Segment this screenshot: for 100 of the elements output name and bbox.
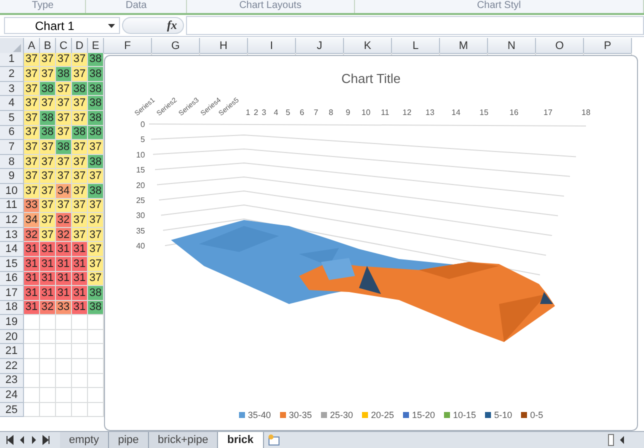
scroll-left-icon[interactable]: [618, 435, 626, 445]
row-header[interactable]: 11: [0, 198, 24, 214]
row-header[interactable]: 8: [0, 154, 24, 170]
column-header[interactable]: K: [344, 38, 392, 54]
table-cell[interactable]: [24, 374, 40, 388]
row-header[interactable]: 22: [0, 359, 24, 374]
sheet-tab[interactable]: empty: [60, 432, 109, 448]
table-cell[interactable]: [40, 344, 56, 360]
axis-label: 0: [140, 120, 145, 129]
row-header[interactable]: 13: [0, 228, 24, 242]
row-header[interactable]: 24: [0, 388, 24, 403]
table-cell[interactable]: [72, 402, 88, 418]
next-sheet-icon[interactable]: [30, 435, 38, 445]
sheet-tab[interactable]: brick: [218, 432, 264, 448]
row-header[interactable]: 19: [0, 315, 24, 330]
table-cell[interactable]: [72, 315, 88, 330]
table-cell: 31: [40, 286, 56, 301]
table-cell: 37: [24, 82, 40, 96]
column-header[interactable]: D: [72, 38, 88, 54]
table-cell[interactable]: [72, 330, 88, 344]
column-header[interactable]: H: [200, 38, 248, 54]
table-cell: 37: [72, 52, 88, 68]
table-cell[interactable]: [72, 344, 88, 360]
table-cell[interactable]: [72, 388, 88, 403]
row-header[interactable]: 17: [0, 286, 24, 301]
row-header[interactable]: 25: [0, 402, 24, 418]
chart-title: Chart Title: [341, 71, 401, 86]
table-cell: 37: [40, 52, 56, 68]
table-cell: 31: [72, 272, 88, 286]
table-cell[interactable]: [40, 402, 56, 418]
table-cell[interactable]: [56, 344, 72, 360]
table-cell[interactable]: [56, 374, 72, 388]
row-header[interactable]: 3: [0, 82, 24, 96]
table-cell: 32: [24, 228, 40, 242]
table-cell[interactable]: [40, 330, 56, 344]
row-header[interactable]: 18: [0, 300, 24, 316]
table-cell: 31: [56, 256, 72, 272]
column-header[interactable]: A: [24, 38, 40, 54]
formula-input[interactable]: [186, 16, 644, 35]
column-header[interactable]: B: [40, 38, 56, 54]
table-cell[interactable]: [40, 315, 56, 330]
row-header[interactable]: 16: [0, 272, 24, 286]
row-header[interactable]: 7: [0, 140, 24, 155]
column-header[interactable]: L: [392, 38, 440, 54]
name-box[interactable]: Chart 1: [4, 17, 120, 34]
row-header[interactable]: 9: [0, 169, 24, 184]
table-cell: 31: [40, 272, 56, 286]
table-cell[interactable]: [56, 388, 72, 403]
column-header[interactable]: I: [248, 38, 296, 54]
axis-label: 15: [136, 166, 145, 175]
table-cell[interactable]: [72, 374, 88, 388]
row-header[interactable]: 1: [0, 52, 24, 68]
caret-icon[interactable]: [108, 24, 115, 28]
row-header[interactable]: 6: [0, 126, 24, 140]
table-cell: 37: [88, 169, 104, 184]
table-cell[interactable]: [24, 359, 40, 374]
row-header[interactable]: 23: [0, 374, 24, 388]
last-sheet-icon[interactable]: [42, 435, 50, 445]
row-header[interactable]: 15: [0, 256, 24, 272]
insert-function-button[interactable]: fx: [167, 18, 177, 33]
row-header[interactable]: 2: [0, 67, 24, 82]
row-header[interactable]: 14: [0, 242, 24, 257]
column-header[interactable]: M: [440, 38, 488, 54]
table-cell[interactable]: [56, 330, 72, 344]
select-all-button[interactable]: [0, 38, 24, 54]
column-header[interactable]: P: [584, 38, 632, 54]
scrollbar-split-handle[interactable]: [608, 434, 614, 446]
column-header[interactable]: G: [152, 38, 200, 54]
table-cell[interactable]: [40, 374, 56, 388]
row-header[interactable]: 10: [0, 184, 24, 199]
table-cell[interactable]: [56, 315, 72, 330]
table-cell[interactable]: [24, 330, 40, 344]
sheet-tab[interactable]: brick+pipe: [148, 432, 218, 448]
table-cell[interactable]: [24, 315, 40, 330]
sheet-tab[interactable]: pipe: [108, 432, 149, 448]
row-header[interactable]: 5: [0, 110, 24, 126]
column-header[interactable]: C: [56, 38, 72, 54]
first-sheet-icon[interactable]: [6, 435, 14, 445]
row-header[interactable]: 21: [0, 344, 24, 360]
row-header[interactable]: 20: [0, 330, 24, 344]
table-cell[interactable]: [24, 388, 40, 403]
previous-sheet-icon[interactable]: [18, 435, 26, 445]
column-header[interactable]: O: [536, 38, 584, 54]
table-cell[interactable]: [40, 359, 56, 374]
column-header[interactable]: E: [88, 38, 104, 54]
axis-label: 35: [136, 226, 145, 236]
table-cell[interactable]: [56, 402, 72, 418]
column-header[interactable]: F: [104, 38, 152, 54]
table-cell: 37: [72, 67, 88, 82]
table-cell[interactable]: [72, 359, 88, 374]
insert-sheet-icon[interactable]: [266, 434, 281, 446]
table-cell: 37: [40, 96, 56, 111]
column-header[interactable]: N: [488, 38, 536, 54]
table-cell[interactable]: [56, 359, 72, 374]
table-cell[interactable]: [24, 344, 40, 360]
column-header[interactable]: J: [296, 38, 344, 54]
table-cell[interactable]: [40, 388, 56, 403]
table-cell[interactable]: [24, 402, 40, 418]
row-header[interactable]: 4: [0, 96, 24, 111]
row-header[interactable]: 12: [0, 213, 24, 228]
